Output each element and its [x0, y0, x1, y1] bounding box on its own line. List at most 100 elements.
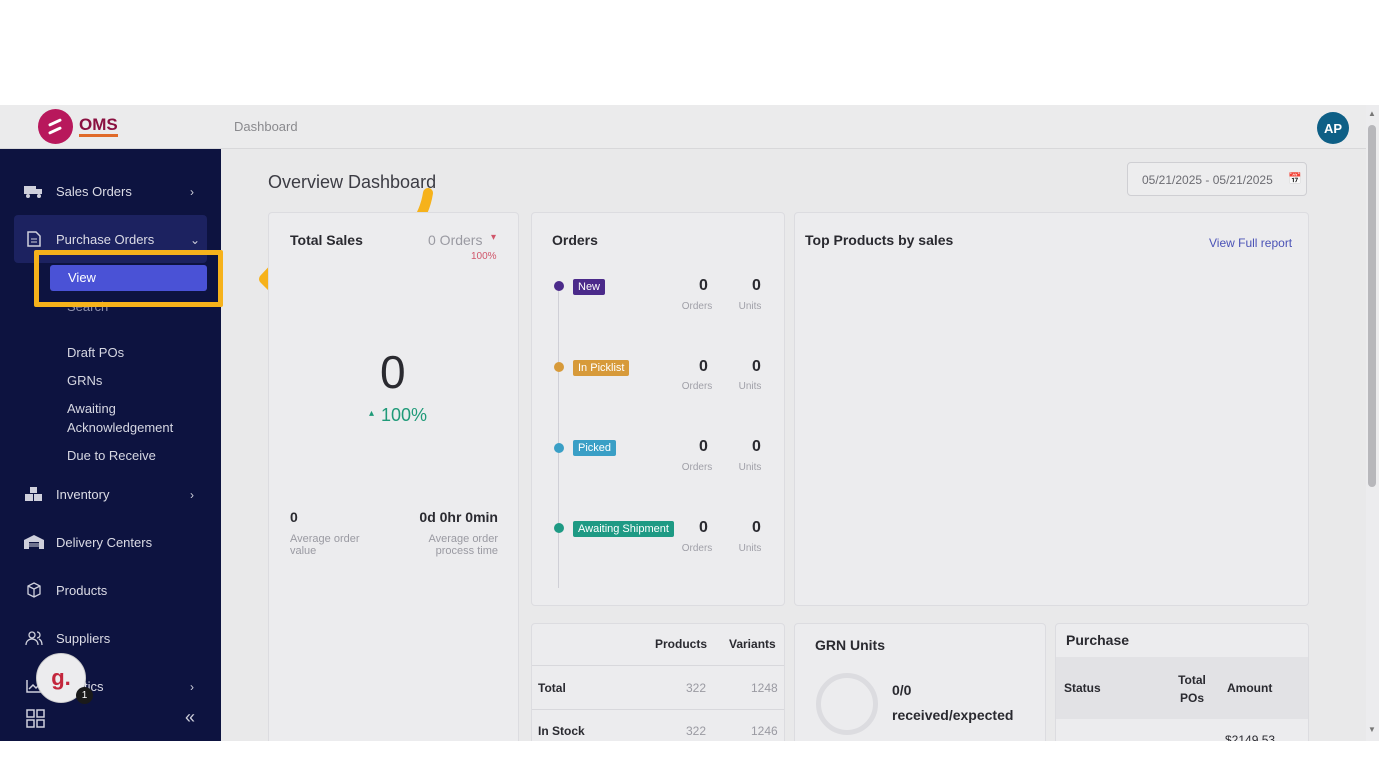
status-dot — [554, 443, 564, 453]
chevron-right-icon[interactable]: › — [190, 680, 194, 694]
top-products-card — [794, 212, 1309, 606]
orders-timeline-line — [558, 288, 559, 588]
stage-orders-label: Orders — [681, 381, 713, 392]
purchase-header-total-pos: Total POs — [1178, 673, 1206, 705]
view-full-report-link[interactable]: View Full report — [1209, 236, 1292, 250]
stage-orders-count: 0 — [699, 277, 708, 294]
sidebar-sub-due-to-receive[interactable]: Due to Receive — [67, 446, 156, 465]
sidebar-item-label: Suppliers — [56, 630, 111, 646]
stage-units-label: Units — [738, 462, 762, 473]
orders-count: 0 Orders — [428, 232, 483, 248]
table-header-variants: Variants — [729, 637, 776, 651]
status-badge: New — [573, 279, 606, 295]
notification-count-badge: 1 — [76, 687, 93, 704]
logo-text: OMS — [79, 116, 118, 137]
stage-orders-label: Orders — [681, 462, 713, 473]
orders-change: 100% — [471, 251, 497, 262]
top-products-title: Top Products by sales — [805, 232, 954, 248]
purchase-header-amount: Amount — [1227, 681, 1273, 695]
table-row-label: Total — [538, 681, 566, 695]
up-arrow-icon: ▴ — [369, 408, 375, 419]
app-frame: OMS Dashboard AP Sales Orders › Purchase… — [0, 105, 1379, 741]
stage-orders-count: 0 — [699, 519, 708, 536]
people-icon — [24, 630, 44, 646]
status-badge: Awaiting Shipment — [573, 521, 674, 537]
page-scrollbar[interactable]: ▲ ▼ — [1366, 105, 1379, 741]
highlight-box — [34, 250, 223, 307]
sidebar-item-inventory[interactable]: Inventory — [24, 486, 109, 502]
sidebar-item-delivery-centers[interactable]: Delivery Centers — [24, 534, 152, 550]
table-divider — [532, 709, 784, 710]
orders-title: Orders — [552, 232, 598, 248]
scroll-down-icon[interactable]: ▼ — [1368, 725, 1376, 734]
stage-units-label: Units — [738, 301, 762, 312]
table-header-products: Products — [655, 637, 708, 651]
stage-orders-label: Orders — [681, 301, 713, 312]
sidebar-item-label: Delivery Centers — [56, 534, 153, 550]
status-dot — [554, 523, 564, 533]
truck-icon — [24, 183, 44, 199]
sidebar-item-suppliers[interactable]: Suppliers — [24, 630, 110, 646]
sidebar-item-label: Inventory — [56, 486, 110, 502]
page-title: Overview Dashboard — [268, 172, 437, 192]
calendar-icon: 📅 — [1288, 173, 1302, 185]
avg-process-time: 0d 0hr 0min — [419, 509, 498, 525]
avg-process-time-label: Average order process time — [428, 533, 498, 557]
grn-units-title: GRN Units — [815, 637, 885, 653]
grn-ratio: 0/0 — [892, 682, 912, 698]
table-divider — [532, 665, 784, 666]
table-cell-products: 322 — [686, 681, 707, 695]
status-badge: Picked — [573, 440, 617, 456]
logo-mark-icon — [38, 109, 73, 144]
table-cell-products: 322 — [686, 724, 707, 738]
stage-orders-count: 0 — [699, 358, 708, 375]
avg-order-value: 0 — [290, 509, 298, 525]
chevron-down-icon[interactable]: ⌄ — [190, 233, 200, 247]
total-sales-change: 100% — [381, 405, 428, 425]
date-range-value: 05/21/2025 - 05/21/2025 — [1142, 173, 1273, 187]
chevron-right-icon[interactable]: › — [190, 185, 194, 199]
purchase-title: Purchase — [1066, 632, 1130, 648]
avg-order-value-label: Average order value — [290, 533, 360, 557]
total-sales-title: Total Sales — [290, 232, 363, 248]
table-cell-variants: 1248 — [751, 681, 778, 695]
stage-orders-count: 0 — [699, 438, 708, 455]
status-dot — [554, 362, 564, 372]
sidebar-item-label: Purchase Orders — [56, 231, 155, 247]
stage-units-label: Units — [738, 543, 762, 554]
sidebar-item-label: Products — [56, 582, 108, 598]
total-sales-card — [268, 212, 519, 741]
document-icon — [24, 231, 44, 247]
sidebar-sub-draft-pos[interactable]: Draft POs — [67, 343, 124, 362]
sidebar-item-sales-orders[interactable]: Sales Orders — [24, 183, 132, 199]
sidebar-item-purchase-orders[interactable]: Purchase Orders — [24, 231, 154, 247]
grn-progress-ring — [816, 673, 878, 735]
scroll-up-icon[interactable]: ▲ — [1368, 109, 1376, 118]
chevron-right-icon[interactable]: › — [190, 488, 194, 502]
sidebar-sub-grns[interactable]: GRNs — [67, 371, 102, 390]
stage-orders-label: Orders — [681, 543, 713, 554]
top-bar: OMS Dashboard AP — [0, 105, 1379, 149]
stage-units-label: Units — [738, 381, 762, 392]
grn-ratio-label: received/expected — [892, 707, 1014, 723]
table-cell-variants: 1246 — [751, 724, 778, 738]
warehouse-icon — [24, 534, 44, 550]
scroll-thumb[interactable] — [1368, 125, 1376, 487]
collapse-sidebar-icon[interactable]: « — [185, 707, 195, 728]
down-arrow-icon: ▾ — [491, 232, 497, 243]
package-icon — [24, 582, 44, 598]
breadcrumb[interactable]: Dashboard — [234, 119, 298, 134]
sidebar-item-products[interactable]: Products — [24, 582, 107, 598]
total-sales-value: 0 — [380, 346, 406, 398]
sidebar-item-label: Sales Orders — [56, 183, 132, 199]
user-avatar[interactable]: AP — [1317, 112, 1349, 144]
sidebar: Sales Orders › Purchase Orders ⌄ Search … — [0, 149, 221, 741]
stage-units-count: 0 — [752, 519, 761, 536]
date-range-picker[interactable]: 05/21/2025 - 05/21/2025 📅 — [1127, 162, 1307, 196]
status-badge: In Picklist — [573, 360, 630, 376]
sidebar-sub-awaiting-acknowledgement[interactable]: Awaiting Acknowledgement — [67, 399, 187, 437]
apps-grid-icon[interactable] — [26, 709, 46, 734]
stage-units-count: 0 — [752, 358, 761, 375]
stage-units-count: 0 — [752, 438, 761, 455]
app-logo[interactable]: OMS — [38, 109, 118, 144]
